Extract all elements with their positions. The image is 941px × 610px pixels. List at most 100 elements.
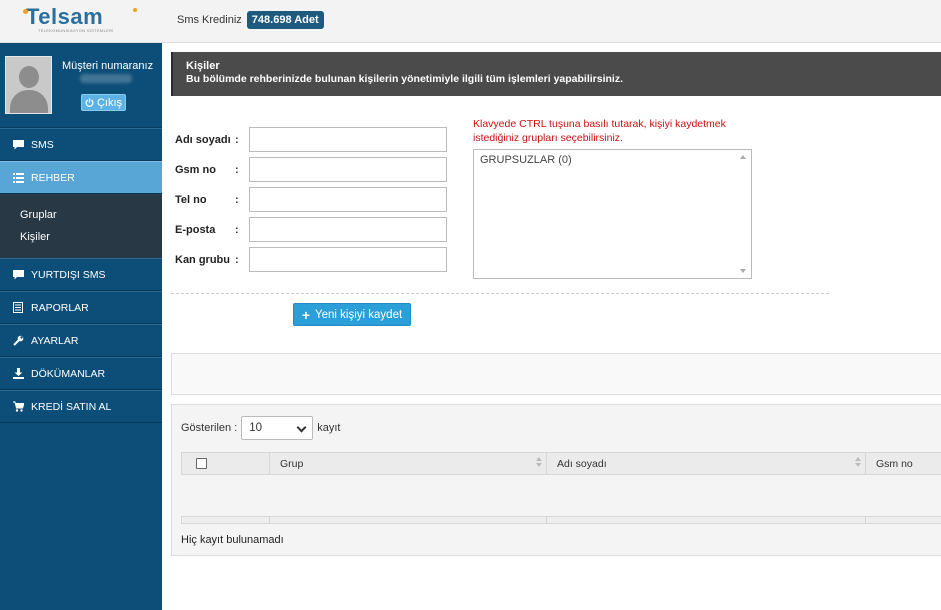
sidebar-item-raporlar[interactable]: RAPORLAR	[0, 291, 162, 324]
sms-credit-badge: 748.698 Adet	[246, 11, 324, 29]
list-icon	[12, 172, 24, 184]
table-footer	[181, 516, 941, 524]
sidebar-item-label: AYARLAR	[31, 334, 79, 347]
sidebar-item-yurtdisi-sms[interactable]: YURTDIŞI SMS	[0, 258, 162, 291]
scroll-up-icon[interactable]	[740, 155, 746, 159]
wrench-icon	[12, 335, 24, 347]
colon: :	[235, 193, 239, 206]
gsm-label: Gsm no	[175, 163, 216, 176]
submenu-item-gruplar[interactable]: Gruplar	[20, 206, 162, 228]
sidebar-item-label: REHBER	[31, 171, 75, 184]
cart-icon	[12, 401, 24, 413]
chevron-down-icon	[296, 422, 307, 433]
info-box: Kişiler Bu bölümde rehberinizde bulunan …	[171, 52, 941, 96]
group-option[interactable]: GRUPSUZLAR (0)	[480, 154, 572, 166]
sidebar-item-label: YURTDIŞI SMS	[31, 268, 106, 281]
select-all-column	[182, 453, 270, 474]
table-header: Grup Adı soyadı Gsm no	[181, 452, 941, 475]
sidebar-item-kredi-satin-al[interactable]: KREDİ SATIN AL	[0, 390, 162, 423]
page-title: Kişiler	[186, 60, 220, 72]
gsm-input[interactable]	[249, 157, 447, 182]
column-header-label: Adı soyadı	[557, 457, 607, 470]
logo-text: Telsam	[26, 4, 104, 29]
sms-credit-label: Sms Krediniz	[177, 14, 242, 26]
divider	[171, 293, 829, 294]
logo-dot-right	[133, 8, 137, 12]
column-header-grup[interactable]: Grup	[270, 453, 547, 474]
footer-cell	[270, 517, 547, 523]
sms-credit: Sms Krediniz 748.698 Adet	[177, 10, 324, 30]
column-header-label: Grup	[280, 457, 304, 470]
sidebar-item-label: SMS	[31, 138, 54, 151]
logo-tagline: TELEKOMÜNİKASYON SİSTEMLERİ	[38, 28, 114, 33]
plus-icon: +	[301, 306, 311, 323]
empty-panel	[171, 353, 941, 395]
colon: :	[235, 223, 239, 236]
sort-icon	[855, 457, 861, 470]
power-icon	[85, 98, 94, 107]
contacts-table-panel: Gösterilen : 10 kayıt Grup Adı soyadı Gs…	[171, 404, 941, 556]
customer-number-label: Müşteri numaranız	[62, 60, 154, 72]
select-all-checkbox[interactable]	[196, 458, 207, 469]
save-contact-button[interactable]: + Yeni kişiyi kaydet	[293, 303, 411, 326]
colon: :	[235, 253, 239, 266]
page-description: Bu bölümde rehberinizde bulunan kişileri…	[186, 73, 624, 85]
footer-cell	[182, 517, 270, 523]
colon: :	[235, 133, 239, 146]
sidebar-item-rehber[interactable]: REHBER	[0, 161, 162, 194]
sort-icon	[536, 457, 542, 470]
form-row-name: Adı soyadı :	[175, 127, 447, 152]
group-select-hint: Klavyede CTRL tuşuna basılı tutarak, kiş…	[473, 118, 726, 144]
tel-label: Tel no	[175, 193, 207, 206]
colon: :	[235, 163, 239, 176]
avatar	[5, 56, 52, 114]
logout-button[interactable]: Çıkış	[81, 94, 126, 111]
report-icon	[12, 302, 24, 314]
telsam-logo[interactable]: Telsam TELEKOMÜNİKASYON SİSTEMLERİ	[23, 4, 138, 35]
sidebar-item-label: RAPORLAR	[31, 301, 89, 314]
form-row-gsm: Gsm no :	[175, 157, 447, 182]
save-contact-label: Yeni kişiyi kaydet	[315, 308, 403, 321]
empty-table-message: Hiç kayıt bulunamadı	[181, 534, 284, 546]
customer-number-value	[80, 74, 132, 83]
name-input[interactable]	[249, 127, 447, 152]
sidebar-item-label: DÖKÜMANLAR	[31, 367, 106, 380]
footer-cell	[547, 517, 866, 523]
logo-dot-left	[23, 9, 28, 14]
avatar-body	[10, 90, 48, 113]
submenu-item-kisiler[interactable]: Kişiler	[20, 228, 162, 250]
sidebar-item-ayarlar[interactable]: AYARLAR	[0, 324, 162, 357]
blood-type-input[interactable]	[249, 247, 447, 272]
logout-label: Çıkış	[96, 96, 123, 109]
email-input[interactable]	[249, 217, 447, 242]
sidebar: Müşteri numaranız Çıkış SMS REHBER Grupl…	[0, 43, 162, 610]
name-label: Adı soyadı	[175, 133, 231, 146]
column-header-label: Gsm no	[876, 457, 913, 470]
blood-type-label: Kan grubu	[175, 253, 230, 266]
group-multiselect[interactable]: GRUPSUZLAR (0)	[473, 149, 752, 279]
scroll-down-icon[interactable]	[740, 269, 746, 273]
download-icon	[12, 368, 24, 380]
profile-panel: Müşteri numaranız Çıkış	[0, 43, 162, 128]
tel-input[interactable]	[249, 187, 447, 212]
page-size-label: Gösterilen :	[181, 422, 238, 434]
sidebar-item-sms[interactable]: SMS	[0, 128, 162, 161]
rehber-submenu: Gruplar Kişiler	[0, 194, 162, 258]
page-size-row: Gösterilen : 10 kayıt	[181, 416, 340, 440]
avatar-head	[19, 66, 39, 88]
sidebar-item-label: KREDİ SATIN AL	[31, 400, 112, 413]
page-size-select[interactable]: 10	[241, 416, 314, 440]
chat-icon	[12, 269, 24, 281]
scrollbar[interactable]	[736, 150, 751, 278]
form-row-tel: Tel no :	[175, 187, 447, 212]
page-size-suffix: kayıt	[317, 422, 341, 434]
email-label: E-posta	[175, 223, 216, 236]
form-row-email: E-posta :	[175, 217, 447, 242]
form-row-blood-type: Kan grubu :	[175, 247, 447, 272]
column-header-adi-soyadi[interactable]: Adı soyadı	[547, 453, 866, 474]
top-bar: Telsam TELEKOMÜNİKASYON SİSTEMLERİ Sms K…	[0, 0, 941, 43]
chat-icon	[12, 139, 24, 151]
column-header-gsm-no[interactable]: Gsm no	[866, 453, 941, 474]
sidebar-item-dokumanlar[interactable]: DÖKÜMANLAR	[0, 357, 162, 390]
page-size-value: 10	[249, 422, 263, 434]
